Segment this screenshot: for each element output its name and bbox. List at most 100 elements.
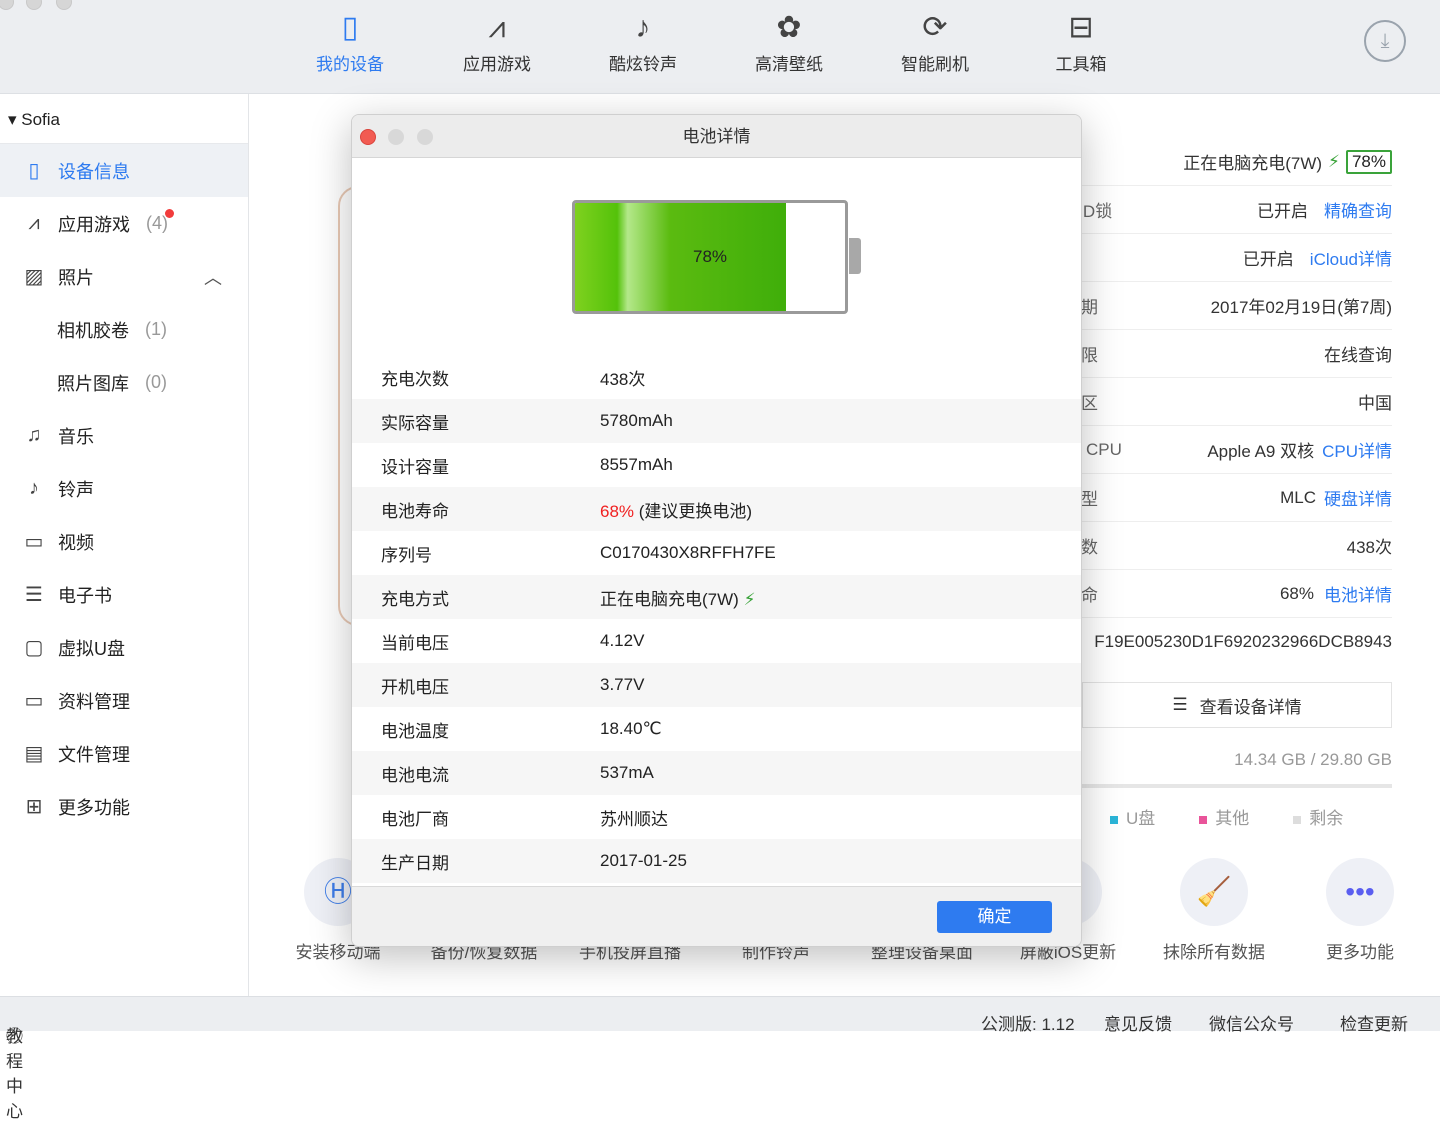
table-row: 序列号 C0170430X8RFFH7FE [352,531,1081,575]
table-row: 实际容量 5780mAh [352,399,1081,443]
sidebar-item-music[interactable]: ♫ 音乐 [0,409,248,462]
device-icon: ▯ [28,160,40,182]
dialog-title: 电池详情 [682,127,751,146]
dialog-minimize-button[interactable] [388,129,404,145]
nav-wallpapers[interactable]: ✿ 高清壁纸 [734,6,844,75]
value: Apple A9 双核 [1207,442,1315,461]
download-icon: ⤓ [1380,30,1390,52]
row-label: 电池厂商 [381,809,449,829]
row-label: 当前电压 [381,633,449,653]
table-row: 电池温度 18.40℃ [352,707,1081,751]
row-value: 438次 [600,369,646,389]
ok-button[interactable]: 确定 [937,901,1052,933]
nav-apps[interactable]: ⩘ 应用游戏 [442,6,552,75]
row-label: 生产日期 [381,853,449,873]
sidebar-item-ringtones[interactable]: ♪ 铃声 [0,462,248,515]
row-value: C0170430X8RFFH7FE [600,543,776,562]
value: 已开启 [1257,202,1308,221]
row-value: 2017-01-25 [600,851,687,870]
battery-details-dialog: 电池详情 78% 充电次数 438次 实际容量 5780mAh 设计容量 8557mAh 电… [351,114,1082,947]
label: 电子书 [58,585,112,606]
sidebar-item-files[interactable]: ▤ 文件管理 [0,727,248,780]
table-row: 设计容量 8557mAh [352,443,1081,487]
label: 照片图库 [57,373,129,394]
version-label: 公测版: 1.12 [981,1015,1075,1034]
cpu-details-link[interactable]: CPU详情 [1322,437,1392,462]
battery-details-link[interactable]: 电池详情 [1324,581,1392,606]
table-row: 当前电压 4.12V [352,619,1081,663]
music-icon: ♫ [26,424,42,446]
window-zoom-button[interactable] [56,0,72,10]
feedback-link[interactable]: 意见反馈 [1104,1010,1172,1035]
music-note-icon: ♪ [635,11,651,44]
sidebar-item-video[interactable]: ▭ 视频 [0,515,248,568]
note: (建议更换电池) [638,501,753,521]
nav-ringtones[interactable]: ♪ 酷炫铃声 [588,6,698,75]
sidebar-item-more[interactable]: ⊞ 更多功能 [0,780,248,833]
label: 文件管理 [58,744,130,765]
tool-erase-data[interactable]: 🧹 抹除所有数据 [1141,858,1287,963]
row-value: 537mA [600,763,654,782]
apple-id-query-link[interactable]: 精确查询 [1324,197,1392,222]
storage-bar [1082,784,1392,788]
sidebar-item-photos[interactable]: ▨ 照片 ︿ [0,250,248,303]
value: 中国 [1358,394,1392,413]
count: (4) [146,213,168,233]
view-device-details-button[interactable]: ☰ 查看设备详情 [1082,682,1392,728]
row-label: 序列号 [381,545,432,565]
value: 已开启 [1242,250,1294,269]
row-value: 8557mAh [600,455,673,474]
row-value: 苏州顺达 [600,809,668,829]
row-label: 开机电压 [381,677,449,697]
table-row: 充电次数 438次 [352,355,1081,399]
value: 438次 [1346,538,1392,557]
phone-icon: ▯ [341,11,359,44]
sidebar-item-device-info[interactable]: ▯ 设备信息 [0,144,248,197]
charging-status: 正在电脑充电(7W) [1183,154,1323,173]
app-store-icon: ⩘ [28,212,40,234]
folder-icon: ▭ [24,690,44,712]
sidebar-item-photo-library[interactable]: 照片图库 (0) [0,356,248,409]
battery-level: 78% [1345,149,1392,174]
flower-icon: ✿ [776,11,802,44]
nav-my-device[interactable]: ▯ 我的设备 [295,6,405,75]
nav-toolbox[interactable]: ⊟ 工具箱 [1026,6,1136,75]
dialog-zoom-button[interactable] [417,129,433,145]
dialog-close-button[interactable] [360,129,376,145]
label: 资料管理 [58,691,130,712]
row-value: 68% [600,501,635,521]
sidebar-item-ebooks[interactable]: ☰ 电子书 [0,568,248,621]
chevron-up-icon: ︿ [204,267,222,288]
row-label: 设计容量 [381,457,449,477]
icloud-details-link[interactable]: iCloud详情 [1310,245,1392,270]
label: CPU [1086,439,1122,459]
file-icon: ▤ [24,743,44,765]
nav-flash[interactable]: ⟳ 智能刷机 [880,6,990,75]
sidebar-item-data[interactable]: ▭ 资料管理 [0,674,248,727]
sidebar-item-apps[interactable]: ⩘ 应用游戏 (4) [0,197,248,250]
sidebar-item-udisk[interactable]: ▢ 虚拟U盘 [0,621,248,674]
value: 68% [1279,583,1314,603]
table-row: 电池寿命 68% (建议更换电池) [352,487,1081,531]
download-button[interactable]: ⤓ [1364,20,1406,62]
table-row: 电池厂商 苏州顺达 [352,795,1081,839]
refresh-icon: ⟳ [922,11,948,44]
battery-terminal [849,238,861,274]
dialog-titlebar: 电池详情 [352,115,1081,158]
device-selector[interactable]: ▾ Sofia [0,94,248,144]
value: 2017年02月19日(第7周) [1210,298,1392,317]
sidebar-item-camera-roll[interactable]: 相机胶卷 (1) [0,303,248,356]
wechat-link[interactable]: 微信公众号 [1209,1010,1294,1035]
window-close-button[interactable] [0,0,14,10]
label: 查看设备详情 [1199,697,1302,717]
legend-free: 剩余 [1309,809,1344,828]
label: 铃声 [58,479,94,500]
value: MLC [1280,487,1316,507]
list-icon: ☰ [1172,695,1188,714]
window-minimize-button[interactable] [26,0,42,10]
warranty-query-link[interactable]: 在线查询 [1324,341,1392,366]
check-update-link[interactable]: 检查更新 [1340,1010,1408,1035]
disk-details-link[interactable]: 硬盘详情 [1324,485,1392,510]
row-value: 5780mAh [600,411,673,430]
tool-more[interactable]: ••• 更多功能 [1287,858,1433,963]
